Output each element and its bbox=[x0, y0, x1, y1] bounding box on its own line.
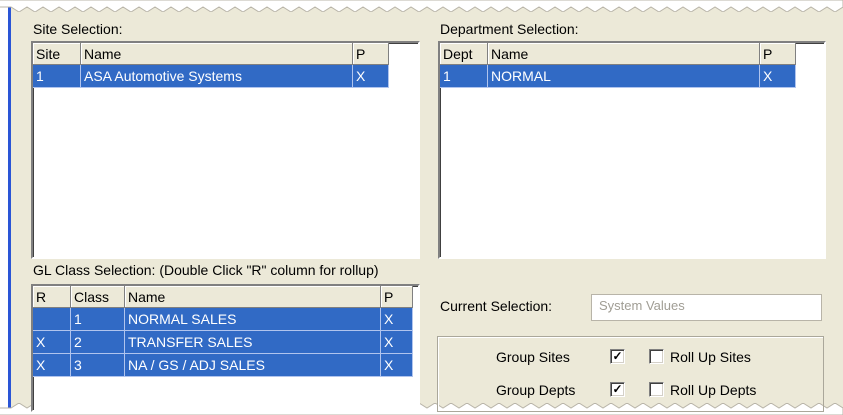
group-depts-checkbox[interactable]: ✓ bbox=[610, 382, 625, 397]
roll-up-sites-checkbox[interactable] bbox=[649, 349, 664, 364]
site-selection-title: Site Selection: bbox=[33, 21, 123, 37]
name-cell[interactable]: TRANSFER SALES bbox=[124, 330, 381, 354]
table-row[interactable]: X 3 NA / GS / ADJ SALES X bbox=[33, 353, 413, 377]
name-column-header[interactable]: Name bbox=[124, 286, 381, 308]
class-cell[interactable]: 3 bbox=[70, 353, 125, 377]
gl-class-grid[interactable]: R Class Name P 1 NORMAL SALES X X 2 TRAN… bbox=[31, 284, 420, 412]
p-cell[interactable]: X bbox=[352, 64, 389, 88]
window-left-edge bbox=[0, 0, 8, 415]
p-column-header[interactable]: P bbox=[352, 43, 389, 65]
table-row[interactable]: 1 NORMAL SALES X bbox=[33, 307, 413, 331]
group-depts-label[interactable]: Group Depts bbox=[496, 382, 575, 398]
table-row[interactable]: 1 ASA Automotive Systems X bbox=[33, 64, 389, 88]
roll-up-depts-label[interactable]: Roll Up Depts bbox=[670, 382, 756, 398]
r-cell[interactable]: X bbox=[33, 330, 71, 354]
current-selection-label: Current Selection: bbox=[440, 298, 553, 314]
department-grid[interactable]: Dept Name P 1 NORMAL X bbox=[438, 41, 826, 259]
r-cell[interactable]: X bbox=[33, 353, 71, 377]
site-cell[interactable]: 1 bbox=[33, 64, 81, 88]
name-cell[interactable]: ASA Automotive Systems bbox=[80, 64, 353, 88]
p-cell[interactable]: X bbox=[380, 307, 413, 331]
window-left-accent bbox=[8, 0, 11, 415]
name-cell[interactable]: NORMAL bbox=[487, 64, 760, 88]
p-column-header[interactable]: P bbox=[759, 43, 796, 65]
p-column-header[interactable]: P bbox=[380, 286, 413, 308]
options-group bbox=[437, 336, 824, 412]
name-column-header[interactable]: Name bbox=[487, 43, 760, 65]
dept-column-header[interactable]: Dept bbox=[440, 43, 488, 65]
r-column-header[interactable]: R bbox=[33, 286, 71, 308]
department-selection-title: Department Selection: bbox=[440, 21, 579, 37]
table-row[interactable]: X 2 TRANSFER SALES X bbox=[33, 330, 413, 354]
torn-edge-top bbox=[0, 0, 843, 12]
r-cell[interactable] bbox=[33, 307, 71, 331]
name-column-header[interactable]: Name bbox=[80, 43, 353, 65]
site-grid[interactable]: Site Name P 1 ASA Automotive Systems X bbox=[31, 41, 420, 259]
name-cell[interactable]: NORMAL SALES bbox=[124, 307, 381, 331]
p-cell[interactable]: X bbox=[380, 330, 413, 354]
group-sites-label[interactable]: Group Sites bbox=[496, 349, 570, 365]
group-sites-checkbox[interactable]: ✓ bbox=[610, 349, 625, 364]
roll-up-depts-checkbox[interactable] bbox=[649, 382, 664, 397]
table-row[interactable]: 1 NORMAL X bbox=[440, 64, 796, 88]
current-selection-field[interactable]: System Values bbox=[591, 294, 822, 321]
p-cell[interactable]: X bbox=[380, 353, 413, 377]
site-column-header[interactable]: Site bbox=[33, 43, 81, 65]
gl-class-selection-title: GL Class Selection: (Double Click "R" co… bbox=[33, 262, 379, 278]
class-cell[interactable]: 1 bbox=[70, 307, 125, 331]
dept-cell[interactable]: 1 bbox=[440, 64, 488, 88]
roll-up-sites-label[interactable]: Roll Up Sites bbox=[670, 349, 751, 365]
name-cell[interactable]: NA / GS / ADJ SALES bbox=[124, 353, 381, 377]
class-cell[interactable]: 2 bbox=[70, 330, 125, 354]
class-column-header[interactable]: Class bbox=[70, 286, 125, 308]
p-cell[interactable]: X bbox=[759, 64, 796, 88]
